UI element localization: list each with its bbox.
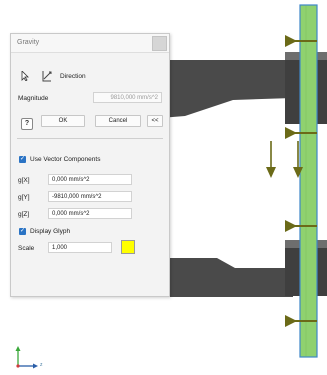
dialog-titlebar[interactable]: Gravity [11,34,169,53]
cancel-button[interactable]: Cancel [95,115,141,127]
vertical-beam [299,4,318,358]
scale-field[interactable]: 1,000 [48,242,112,253]
display-glyph-label: Display Glyph [30,228,71,235]
gx-label: g[X] [18,177,30,184]
lower-bracket [168,258,293,297]
gz-field[interactable]: 0,000 mm/s^2 [48,208,132,219]
gz-label: g[Z] [18,211,30,218]
axis-triad: z [14,344,48,370]
gy-field[interactable]: -9810,000 mm/s^2 [48,191,132,202]
scale-label: Scale [18,245,35,252]
z-axis-label: z [40,362,43,368]
glyph-color-swatch[interactable] [121,240,135,254]
select-cursor-icon[interactable] [19,70,31,82]
close-button[interactable] [152,36,167,51]
divider [17,138,163,139]
use-vector-checkbox[interactable]: ✓ [19,156,26,163]
direction-icon[interactable] [41,70,53,82]
display-glyph-checkbox[interactable]: ✓ [19,228,26,235]
collapse-button[interactable]: << [147,115,163,127]
use-vector-label: Use Vector Components [30,156,101,163]
magnitude-label: Magnitude [18,95,49,102]
magnitude-field: 9810,000 mm/s^2 [93,92,162,103]
gravity-glyph [266,141,303,178]
upper-bracket [160,60,293,118]
direction-label: Direction [60,73,86,80]
gravity-dialog: Gravity Direction Magnitude 9810,000 mm/… [10,33,170,297]
help-button[interactable]: ? [21,118,33,130]
ok-button[interactable]: OK [41,115,85,127]
gy-label: g[Y] [18,194,30,201]
gx-field[interactable]: 0,000 mm/s^2 [48,174,132,185]
dialog-title: Gravity [17,39,40,46]
